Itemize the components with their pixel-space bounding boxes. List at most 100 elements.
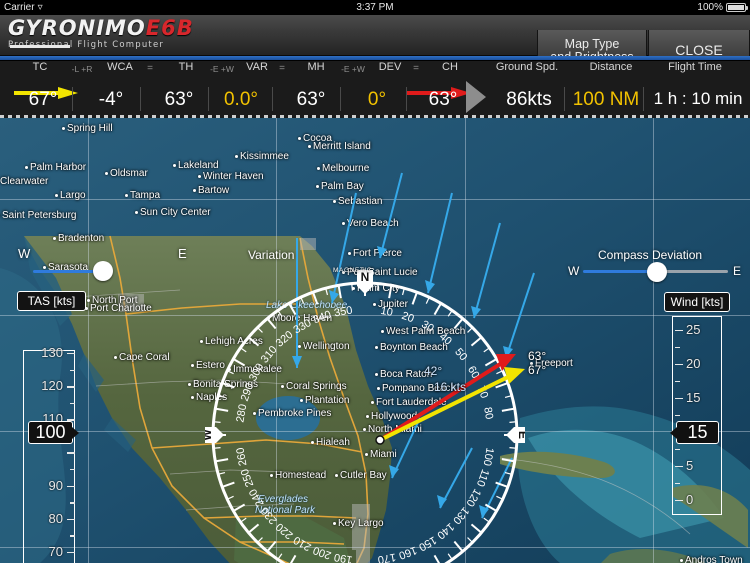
tas-tick: [70, 402, 75, 405]
logo-accent-text: E6B: [145, 16, 194, 40]
field-value-wca[interactable]: -4°: [86, 89, 136, 111]
field-value-mh[interactable]: 63°: [286, 89, 336, 111]
map-place-label: Merritt Island: [313, 141, 371, 152]
compass-tick: [240, 347, 247, 353]
compass-tick: [213, 421, 221, 423]
map-place-dot: [348, 252, 351, 255]
map-place-label: Cape Coral: [119, 352, 170, 363]
map-place-dot: [308, 145, 311, 148]
compass-tick: [351, 283, 353, 291]
compass-degree-label: 20: [400, 310, 416, 325]
compass-tick: [337, 285, 342, 299]
map-place-label: Spring Hill: [67, 123, 113, 134]
map-place-dot: [316, 185, 319, 188]
field-label-tc: TC: [32, 61, 48, 73]
compass-tick: [257, 327, 263, 333]
compass-tick: [266, 540, 277, 553]
tas-value-readout: 100: [28, 421, 79, 444]
map-place-label: Melbourne: [322, 163, 370, 174]
navigation-data-strip: TC -L +R WCA = TH -E +W VAR = MH -E +W D…: [0, 60, 750, 118]
wind-value-readout: 15: [670, 421, 719, 444]
compass-tick: [247, 523, 260, 534]
compass-tick: [467, 327, 473, 333]
compass-deviation-track-filled[interactable]: [583, 270, 650, 273]
tas-tick-label: 80: [48, 510, 63, 526]
compass-degree-label: 280: [234, 403, 249, 423]
compass-tick: [453, 540, 464, 553]
map-gridline: [88, 118, 89, 563]
map-place-label: Clearwater: [0, 176, 49, 187]
map-place-dot: [62, 127, 65, 130]
compass-tick: [433, 554, 441, 563]
flight-time-value: 1 h : 10 min: [653, 89, 743, 108]
wind-tick-label: 15: [686, 390, 701, 405]
field-sub-wca: -L +R: [71, 64, 93, 74]
map-place-label: Andros Town: [685, 555, 743, 563]
compass-tick: [411, 291, 418, 305]
map-place-label: Port Charlotte: [90, 303, 152, 314]
compass-degree-label: 80: [481, 406, 495, 420]
wind-tick: [675, 483, 680, 485]
map-place-label: Lakeland: [178, 160, 219, 171]
compass-tick: [377, 283, 379, 291]
compass-deviation-slider-handle[interactable]: [647, 262, 667, 282]
compass-tick: [484, 358, 498, 367]
app-logo: GYRONIMOE6B Professional Flight Computer: [8, 18, 203, 54]
true-track-label: 67°: [528, 363, 547, 377]
map-place-label: Oldsmar: [110, 168, 148, 179]
map-place-dot: [191, 396, 194, 399]
compass-tick: [484, 503, 498, 512]
compass-tick: [447, 553, 453, 560]
wind-tick: [675, 500, 683, 502]
variation-track-filled[interactable]: [33, 270, 101, 273]
battery-icon: [726, 3, 748, 12]
wind-tick: [675, 381, 680, 383]
field-value-var[interactable]: 0.0°: [214, 89, 268, 111]
compass-tick: [495, 481, 509, 488]
map-place-label: Sun City Center: [140, 207, 211, 218]
field-value-th[interactable]: 63°: [154, 89, 204, 111]
wind-tick-label: 0: [686, 492, 694, 507]
map-view[interactable]: Spring Hill Palm Harbor Clearwater Oldsmar T…: [0, 118, 750, 563]
variation-slider-handle[interactable]: [93, 261, 113, 281]
map-place-dot: [188, 383, 191, 386]
compass-degree-label: 290: [239, 382, 257, 403]
map-place-label: Bartow: [198, 185, 230, 196]
compass-tick: [483, 347, 490, 353]
compass-degree-label: 220: [274, 520, 296, 541]
tas-tick-label: 90: [48, 477, 63, 493]
map-place-dot: [173, 164, 176, 167]
compass-degree-label: 130: [450, 504, 471, 526]
map-place-dot: [193, 189, 196, 192]
compass-degree-label: 110: [474, 467, 491, 488]
tas-tick: [67, 386, 75, 388]
logo-wordmark: GYRONIMOE6B: [8, 18, 203, 39]
compass-tick: [483, 517, 490, 523]
compass-degree-label: 230: [259, 504, 280, 526]
map-place-label: Bradenton: [58, 233, 105, 244]
tas-tick-label: 70: [48, 543, 63, 559]
compass-degree-label: 330: [292, 317, 314, 337]
map-place-dot: [200, 340, 203, 343]
field-label-var: VAR: [246, 61, 268, 73]
compass-degree-label: 260: [234, 447, 249, 467]
compass-degree-label: 10: [380, 305, 394, 319]
compass-tick: [509, 447, 517, 449]
field-sub-dev: -E +W: [341, 64, 365, 74]
tas-tick: [70, 535, 75, 537]
field-value-ch[interactable]: 63°: [418, 89, 468, 111]
field-value-tc[interactable]: 67°: [18, 89, 68, 111]
wind-direction-map-label: 42°: [424, 364, 443, 378]
compass-tick: [215, 458, 229, 463]
field-value-dev[interactable]: 0°: [352, 89, 402, 111]
map-type-button-line1: Map Type: [564, 36, 620, 51]
tas-gauge-title: TAS [kts]: [17, 291, 86, 311]
tas-tick: [70, 502, 75, 504]
map-place-label: Largo: [60, 190, 86, 201]
compass-tick: [312, 291, 319, 305]
compass-tick: [213, 447, 221, 449]
compass-degree-label: 200: [312, 544, 333, 562]
map-place-dot: [105, 172, 108, 175]
svg-text:E: E: [516, 431, 525, 439]
flight-time-label: Flight Time: [668, 61, 722, 73]
